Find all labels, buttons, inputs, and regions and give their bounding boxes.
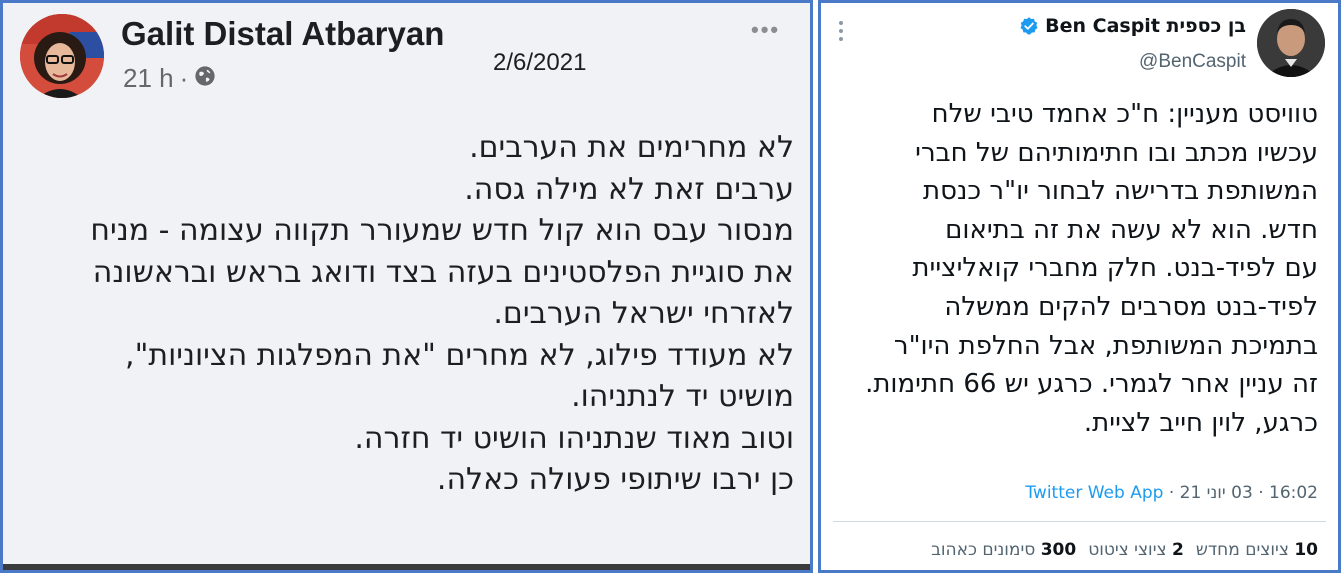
tweet-line: בתמיכת המשותפת, אבל החלפת היו"ר: [893, 330, 1318, 361]
quotes-stat[interactable]: 2 ציוצי ציטוט: [1088, 540, 1184, 560]
tweet-time[interactable]: 16:02: [1269, 483, 1318, 503]
likes-count: 300: [1040, 540, 1077, 560]
footer-dot: ·: [1168, 483, 1175, 503]
tweet-line: עכשיו מכתב ובו חתימותיהם של חברי: [915, 137, 1318, 168]
likes-label: סימונים כאהוב: [931, 540, 1036, 560]
divider: [833, 521, 1326, 522]
tweet-author[interactable]: בן כספית Ben Caspit: [1019, 15, 1246, 37]
tweet-stats: 10 ציוצים מחדש 2 ציוצי ציטוט 300 סימונים…: [931, 540, 1318, 560]
tweet-date[interactable]: 03 יוני 21: [1180, 483, 1253, 503]
tweet-source-link[interactable]: Twitter Web App: [1025, 483, 1163, 503]
post-body: לא מחרימים את הערבים. ערבים זאת לא מילה …: [23, 127, 794, 501]
post-line: את סוגיית הפלסטינים בעזה בצד ודואג בראש …: [92, 254, 794, 290]
post-line: ערבים זאת לא מילה גסה.: [464, 171, 794, 207]
post-line: מושיט יד לנתניהו.: [571, 379, 794, 414]
tweet-line: המשותפת בדרישה לבחור יו"ר כנסת: [923, 176, 1318, 207]
globe-icon[interactable]: [194, 63, 216, 94]
post-line: מנסור עבס הוא קול חדש שמעורר תקווה עצומה…: [90, 213, 794, 248]
post-line: לא מעודד פילוג, לא מחרים "את המפלגות הצי…: [125, 337, 794, 373]
post-line: לא מחרימים את הערבים.: [469, 130, 794, 165]
facebook-post-panel: Galit Distal Atbaryan 21 h · 2/6/2021 ••…: [0, 0, 813, 573]
tweet-body: טוויסט מעניין: ח"כ אחמד טיבי שלח עכשיו מ…: [833, 95, 1318, 442]
bottom-bar: [3, 564, 810, 570]
avatar-image: [1257, 9, 1325, 77]
avatar-image: [20, 14, 104, 98]
author-avatar[interactable]: [20, 14, 104, 98]
verified-badge-icon: [1020, 17, 1038, 35]
likes-stat[interactable]: 300 סימונים כאהוב: [931, 540, 1076, 560]
post-time[interactable]: 21 h: [123, 63, 174, 94]
date-stamp: 2/6/2021: [493, 49, 587, 76]
post-line: לאזרחי ישראל הערבים.: [493, 296, 794, 331]
tweet-panel: בן כספית Ben Caspit @BenCaspit טוויסט מע…: [818, 0, 1341, 573]
display-name[interactable]: בן כספית Ben Caspit: [1045, 15, 1246, 37]
retweets-count: 10: [1294, 540, 1318, 560]
handle[interactable]: @BenCaspit: [1139, 51, 1246, 73]
author-name[interactable]: Galit Distal Atbaryan: [121, 15, 444, 53]
tweet-line: עם לפיד-בנט. חלק מחברי קואליציית: [912, 253, 1318, 284]
tweet-timestamp: 16:02 · 03 יוני 21 · Twitter Web App: [1025, 483, 1318, 503]
post-meta: 21 h ·: [123, 63, 216, 94]
tweet-author-avatar[interactable]: [1257, 9, 1325, 77]
post-line: וטוב מאוד שנתניהו הושיט יד חזרה.: [354, 420, 794, 456]
quotes-count: 2: [1172, 540, 1184, 560]
tweet-line: כרגע, לוין חייב לציית.: [1083, 407, 1318, 438]
meta-separator: ·: [179, 63, 189, 93]
tweet-line: זה עניין אחר לגמרי. כרגע יש 66 חתימות.: [865, 369, 1318, 400]
post-line: כן ירבו שיתופי פעולה כאלה.: [436, 462, 794, 497]
tweet-line: לפיד-בנט מסרבים להקים ממשלה: [944, 291, 1318, 322]
footer-dot: ·: [1258, 483, 1264, 503]
quotes-label: ציוצי ציטוט: [1088, 540, 1167, 560]
tweet-line: טוויסט מעניין: ח"כ אחמד טיבי שלח: [931, 99, 1318, 129]
vertical-dots-icon[interactable]: [839, 21, 845, 41]
retweets-stat[interactable]: 10 ציוצים מחדש: [1196, 540, 1318, 560]
tweet-line: חדש. הוא לא עשה את זה בתיאום: [945, 214, 1318, 245]
ellipsis-icon[interactable]: •••: [751, 17, 780, 43]
retweets-label: ציוצים מחדש: [1195, 540, 1289, 560]
